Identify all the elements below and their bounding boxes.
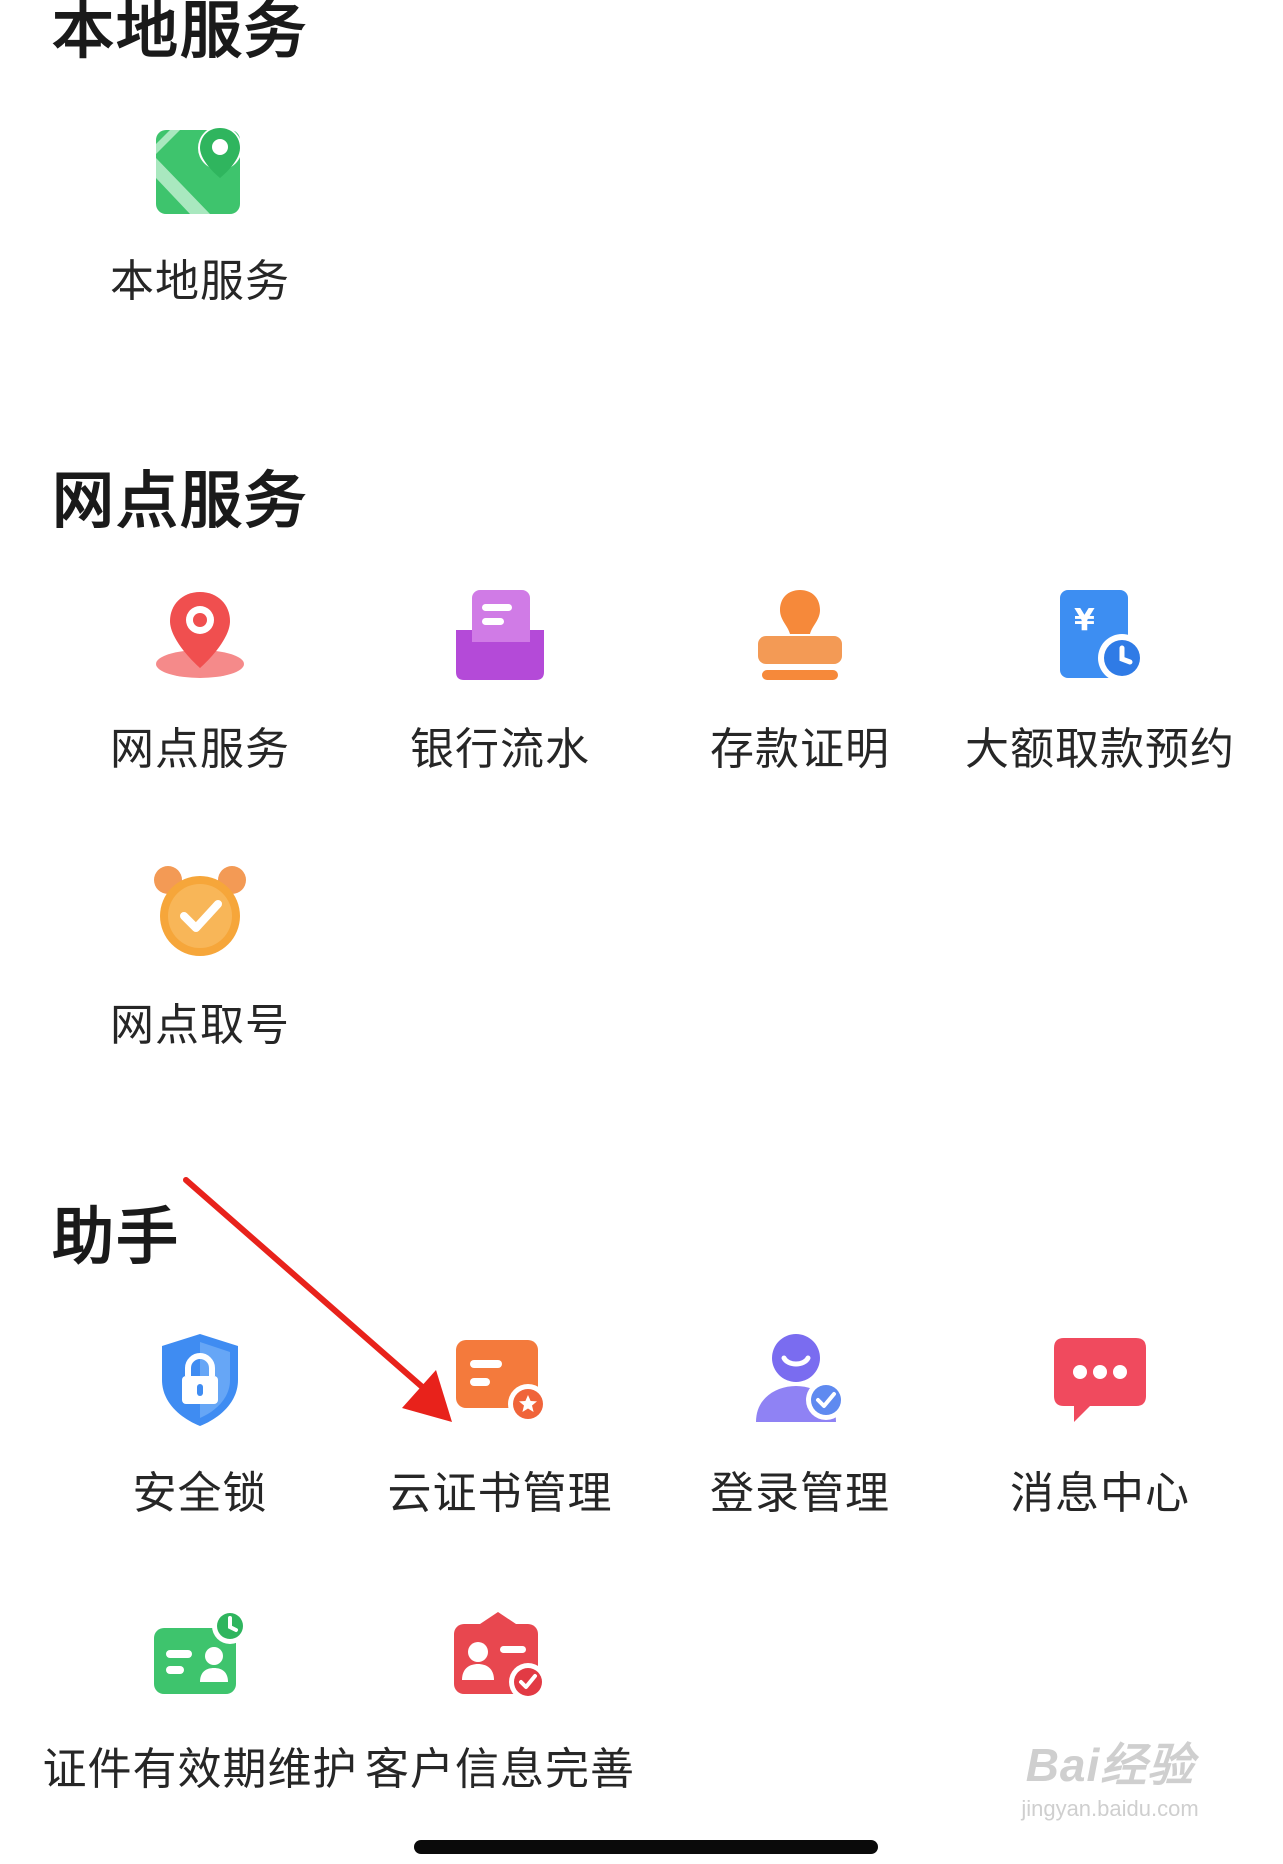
message-center-label: 消息中心: [1010, 1468, 1190, 1519]
outlet-service-button[interactable]: 网点服务: [50, 586, 350, 806]
bank-statement-button[interactable]: 银行流水: [350, 586, 650, 806]
customer-info-button[interactable]: 客户信息完善: [350, 1606, 650, 1826]
svg-text:¥: ¥: [1074, 603, 1095, 638]
cloud-certificate-button[interactable]: 云证书管理: [350, 1330, 650, 1550]
watermark-main-text: Bai经验: [1025, 1739, 1195, 1791]
alarm-clock-check-icon: [150, 862, 250, 962]
stamp-icon: [750, 586, 850, 686]
yuan-clock-icon: ¥: [1050, 586, 1150, 686]
home-indicator[interactable]: [414, 1840, 878, 1854]
section-title-outlet: 网点服务: [52, 464, 309, 537]
large-withdrawal-button[interactable]: ¥ 大额取款预约: [950, 586, 1250, 806]
watermark-sub-text: jingyan.baidu.com: [1021, 1796, 1199, 1821]
section-title-local: 本地服务: [52, 0, 309, 67]
deposit-certificate-button[interactable]: 存款证明: [650, 586, 950, 806]
deposit-certificate-label: 存款证明: [710, 724, 890, 775]
local-service-button[interactable]: 本地服务: [50, 118, 350, 338]
message-center-button[interactable]: 消息中心: [950, 1330, 1250, 1550]
location-pin-icon: [150, 586, 250, 686]
customer-info-label: 客户信息完善: [365, 1744, 635, 1795]
shield-lock-icon: [150, 1330, 250, 1430]
map-pin-icon: [150, 118, 250, 218]
queue-number-button[interactable]: 网点取号: [50, 862, 350, 1082]
profile-card-check-icon: [450, 1606, 550, 1706]
outlet-service-label: 网点服务: [110, 724, 290, 775]
login-management-label: 登录管理: [710, 1468, 890, 1519]
id-card-clock-icon: [150, 1606, 250, 1706]
section-title-assistant: 助手: [52, 1200, 181, 1273]
login-management-button[interactable]: 登录管理: [650, 1330, 950, 1550]
user-check-icon: [750, 1330, 850, 1430]
large-withdrawal-label: 大额取款预约: [965, 724, 1235, 775]
queue-number-label: 网点取号: [110, 1000, 290, 1051]
cloud-certificate-label: 云证书管理: [387, 1468, 613, 1519]
security-lock-label: 安全锁: [132, 1468, 268, 1519]
certificate-card-icon: [450, 1330, 550, 1430]
document-tray-icon: [450, 586, 550, 686]
bank-statement-label: 银行流水: [410, 724, 590, 775]
local-service-label: 本地服务: [110, 256, 290, 307]
id-validity-label: 证件有效期维护: [42, 1744, 358, 1795]
id-validity-button[interactable]: 证件有效期维护: [43, 1606, 357, 1826]
baidu-jingyan-watermark: Bai经验 jingyan.baidu.com: [990, 1742, 1230, 1842]
chat-bubble-icon: [1050, 1330, 1150, 1430]
security-lock-button[interactable]: 安全锁: [50, 1330, 350, 1550]
